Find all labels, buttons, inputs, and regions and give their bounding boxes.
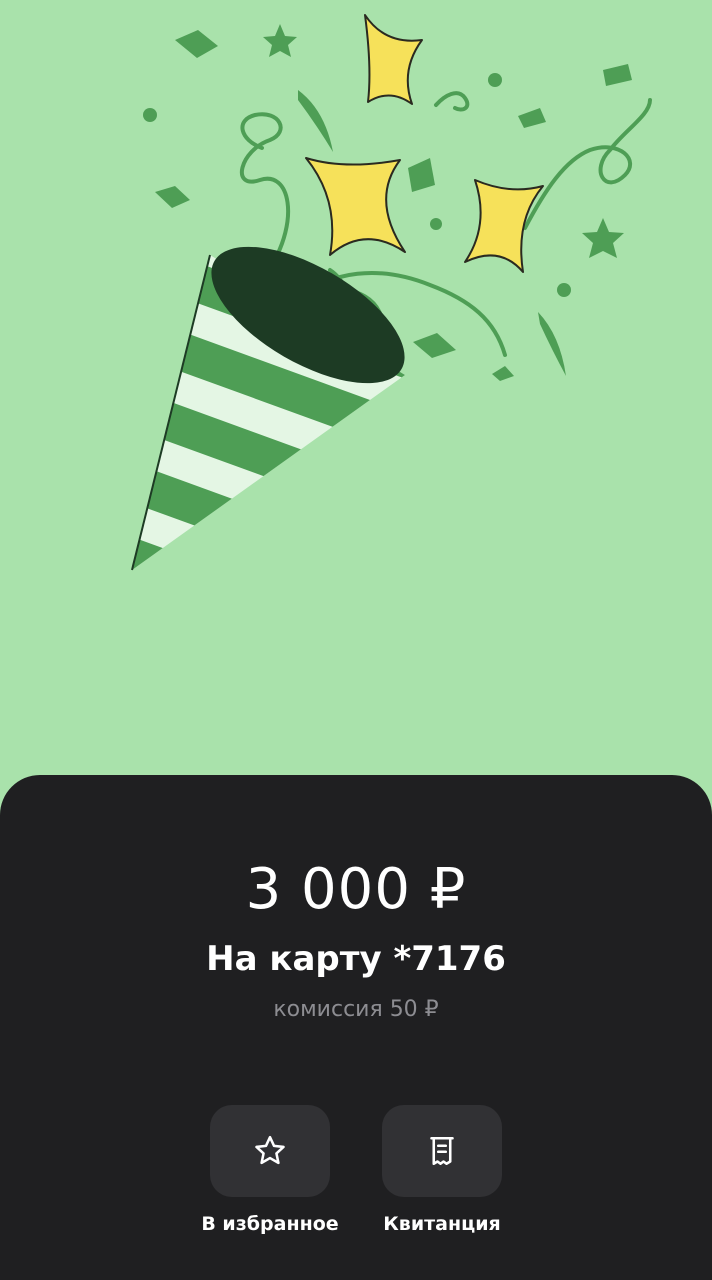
- payment-success-screen: 3 000 ₽ На карту *7176 комиссия 50 ₽ В и…: [0, 0, 712, 1280]
- hero-illustration: [0, 0, 712, 800]
- receipt-action[interactable]: Квитанция: [352, 1105, 532, 1235]
- add-to-favorites-label: В избранное: [201, 1213, 339, 1235]
- party-popper-illustration: [131, 14, 652, 571]
- payment-amount: 3 000 ₽: [245, 857, 467, 922]
- add-to-favorites-action[interactable]: В избранное: [180, 1105, 360, 1235]
- payment-fee: комиссия 50 ₽: [273, 997, 439, 1022]
- receipt-icon: [430, 1136, 454, 1166]
- add-to-favorites-button[interactable]: [210, 1105, 330, 1197]
- receipt-button[interactable]: [382, 1105, 502, 1197]
- green-stars: [263, 24, 624, 258]
- payment-result-sheet: 3 000 ₽ На карту *7176 комиссия 50 ₽ В и…: [0, 775, 712, 1280]
- star-icon: [255, 1135, 285, 1165]
- sparkles: [305, 14, 544, 273]
- payment-destination: На карту *7176: [206, 939, 506, 979]
- receipt-label: Квитанция: [383, 1213, 501, 1235]
